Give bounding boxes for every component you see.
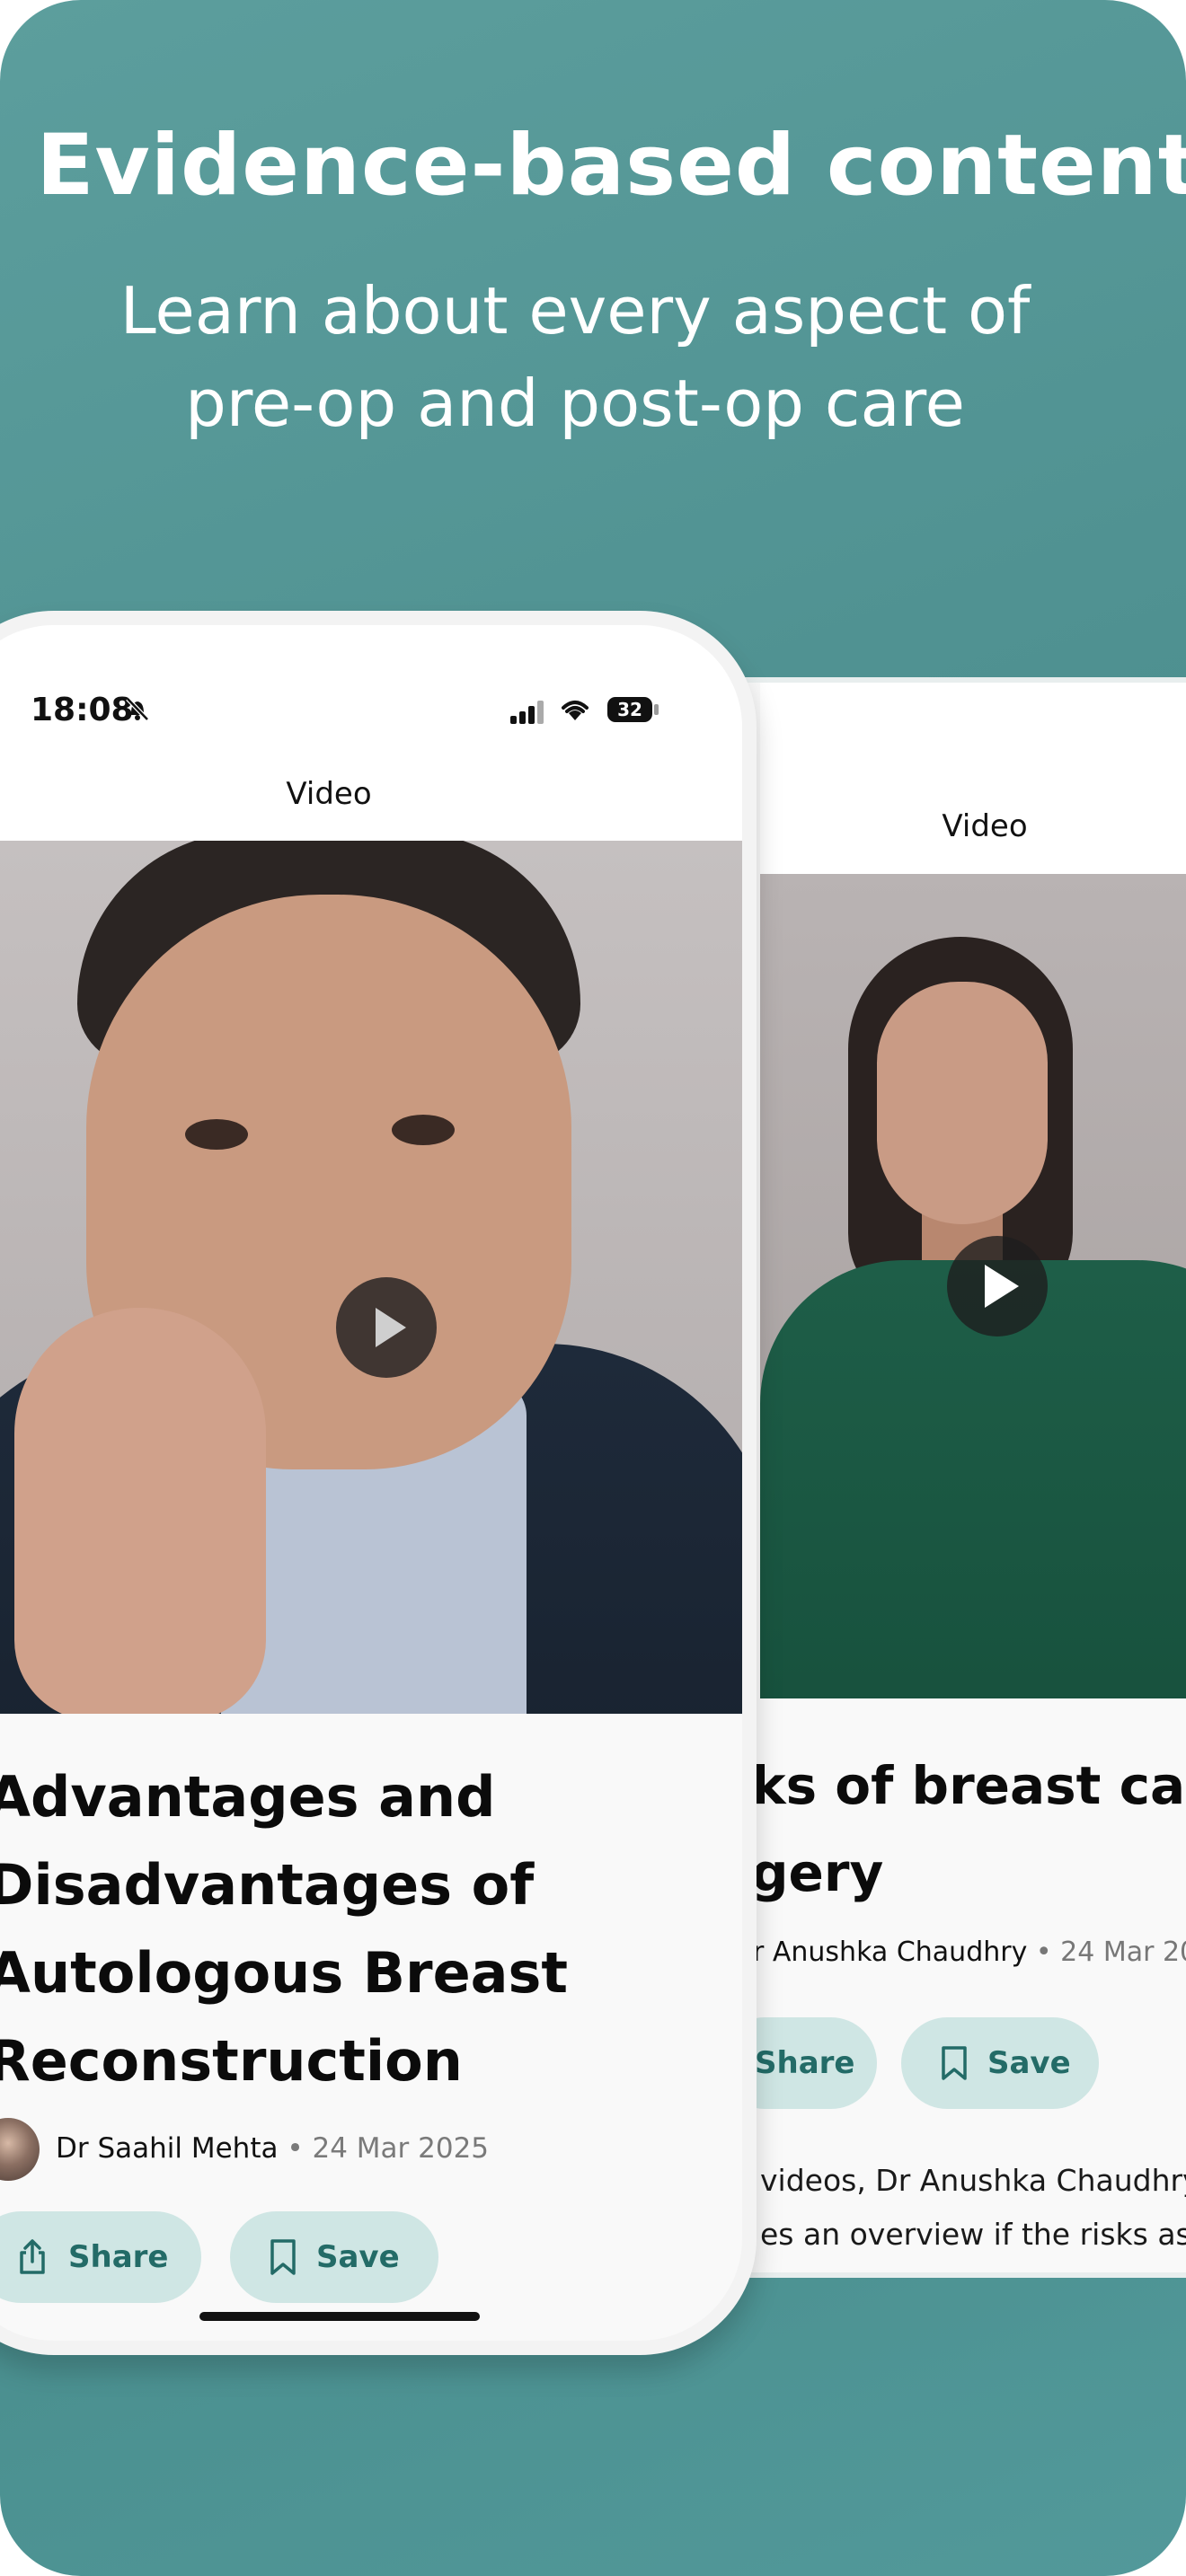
back-play-button[interactable] xyxy=(947,1236,1048,1337)
presenter-eye-left xyxy=(185,1119,248,1150)
play-icon xyxy=(985,1265,1019,1308)
front-title-line-2: Disadvantages of xyxy=(0,1852,535,1918)
bookmark-icon xyxy=(270,2239,296,2275)
front-author-name[interactable]: Dr Saahil Mehta xyxy=(56,2132,279,2165)
share-icon xyxy=(20,2239,45,2274)
front-share-button[interactable]: Share xyxy=(0,2211,201,2303)
back-author-name[interactable]: r Anushka Chaudhry xyxy=(753,1936,1027,1968)
front-play-button[interactable] xyxy=(336,1277,437,1378)
bell-slash-icon xyxy=(124,695,151,729)
front-separator: • xyxy=(278,2132,313,2165)
front-title-line-4: Reconstruction xyxy=(0,2028,463,2094)
front-video-title: Advantages and Disadvantages of Autologo… xyxy=(0,1753,706,2105)
back-author-line: r Anushka Chaudhry • 24 Mar 202 xyxy=(753,1936,1186,1968)
promo-subhead-line-1: Learn about every aspect of xyxy=(119,273,1031,348)
front-title-line-3: Autologous Breast xyxy=(0,1940,569,2006)
promo-headline: Evidence-based content xyxy=(36,117,1186,215)
back-description: videos, Dr Anushka Chaudhry es an overvi… xyxy=(760,2154,1186,2262)
signal-icon xyxy=(510,699,546,724)
wifi-icon xyxy=(559,695,591,729)
front-nav-title: Video xyxy=(286,776,372,812)
promo-subhead: Learn about every aspect of pre-op and p… xyxy=(0,265,1150,450)
back-screen-header xyxy=(760,683,1186,874)
back-desc-line-1: videos, Dr Anushka Chaudhry xyxy=(760,2163,1186,2198)
front-share-label: Share xyxy=(68,2239,169,2275)
status-time: 18:08 xyxy=(31,692,134,728)
back-separator: • xyxy=(1027,1936,1061,1968)
front-save-label: Save xyxy=(316,2239,400,2275)
home-indicator[interactable] xyxy=(199,2312,480,2321)
presenter-hand xyxy=(14,1308,266,1714)
front-save-button[interactable]: Save xyxy=(230,2211,438,2303)
back-title-line-1: ks of breast can xyxy=(751,1755,1186,1816)
back-video-title: ks of breast can gery xyxy=(751,1742,1186,1917)
play-icon xyxy=(376,1308,406,1347)
back-date: 24 Mar 202 xyxy=(1060,1936,1186,1968)
battery-cap xyxy=(654,704,659,715)
front-video-thumbnail[interactable] xyxy=(0,841,742,1714)
presenter-eye-right xyxy=(392,1115,455,1145)
promo-subhead-line-2: pre-op and post-op care xyxy=(185,366,965,441)
front-title-line-1: Advantages and xyxy=(0,1764,496,1830)
back-desc-line-2: es an overview if the risks ass xyxy=(760,2217,1186,2252)
front-author-line: Dr Saahil Mehta • 24 Mar 2025 xyxy=(56,2132,489,2165)
battery-indicator: 32 xyxy=(607,697,652,722)
presenter-face xyxy=(877,982,1048,1224)
back-title-line-2: gery xyxy=(751,1842,884,1903)
back-share-label: Share xyxy=(755,2045,855,2081)
back-save-label: Save xyxy=(987,2045,1071,2081)
back-save-button[interactable]: Save xyxy=(901,2017,1099,2109)
bookmark-icon xyxy=(942,2046,967,2080)
front-date: 24 Mar 2025 xyxy=(312,2132,490,2165)
back-nav-title: Video xyxy=(942,808,1028,844)
promo-canvas: Evidence-based content Learn about every… xyxy=(0,0,1186,2576)
